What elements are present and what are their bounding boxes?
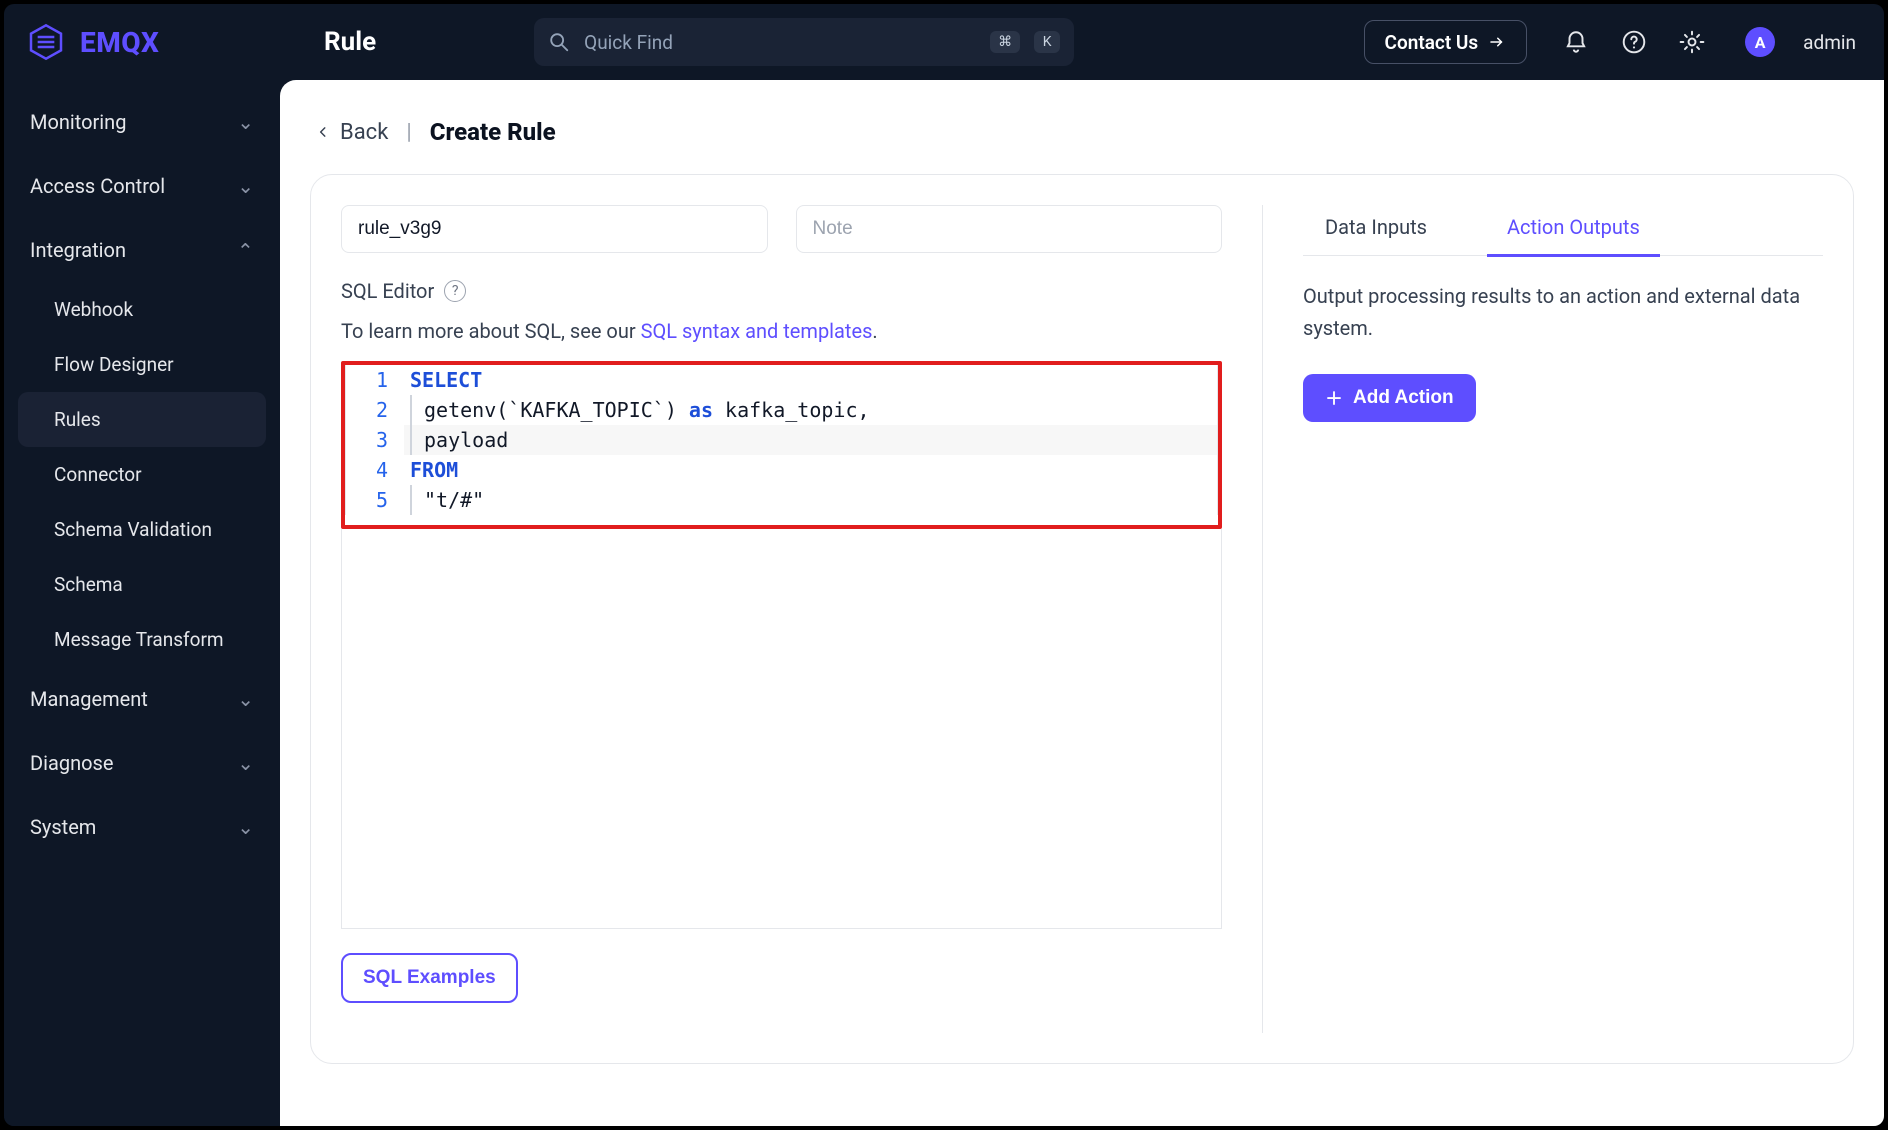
nav-group-system[interactable]: System ⌄ [18, 795, 266, 859]
sidebar-item-connector[interactable]: Connector [18, 447, 266, 502]
sidebar-item-label: Flow Designer [54, 353, 174, 376]
sidebar-item-schema[interactable]: Schema [18, 557, 266, 612]
line-number: 4 [346, 455, 404, 485]
global-search[interactable]: Quick Find ⌘ K [534, 18, 1074, 66]
nav-group-diagnose[interactable]: Diagnose ⌄ [18, 731, 266, 795]
nav-group-monitoring[interactable]: Monitoring ⌄ [18, 90, 266, 154]
breadcrumb: Back | Create Rule [316, 118, 1848, 146]
line-number: 2 [346, 395, 404, 425]
sql-editor-label: SQL Editor ? [341, 279, 1222, 303]
chevron-down-icon: ⌄ [237, 174, 254, 198]
chevron-down-icon: ⌄ [237, 687, 254, 711]
search-icon [548, 31, 570, 53]
sql-editor[interactable]: 1 SELECT 2 getenv(`KAFKA_TOPIC`) as kafk… [345, 365, 1218, 515]
search-placeholder: Quick Find [584, 31, 976, 54]
sidenav: Monitoring ⌄ Access Control ⌄ Integratio… [4, 80, 280, 1126]
nav-group-access-control[interactable]: Access Control ⌄ [18, 154, 266, 218]
rule-card: SQL Editor ? To learn more about SQL, se… [310, 174, 1854, 1064]
tab-data-inputs[interactable]: Data Inputs [1305, 205, 1447, 255]
logo-text: EMQX [80, 26, 159, 59]
tab-action-outputs[interactable]: Action Outputs [1487, 205, 1660, 255]
nav-group-label: Monitoring [30, 110, 126, 134]
back-label: Back [340, 120, 388, 145]
shortcut-key-k: K [1034, 31, 1060, 53]
brand[interactable]: EMQX [26, 22, 266, 62]
sidebar-item-label: Schema Validation [54, 518, 212, 541]
nav-group-integration[interactable]: Integration ⌄ [18, 218, 266, 282]
rule-id-input[interactable] [341, 205, 768, 253]
add-action-label: Add Action [1353, 387, 1454, 409]
nav-group-management[interactable]: Management ⌄ [18, 667, 266, 731]
chevron-down-icon: ⌄ [237, 110, 254, 134]
chevron-down-icon: ⌄ [237, 751, 254, 775]
nav-group-label: Access Control [30, 174, 165, 198]
page-section-title: Rule [324, 27, 376, 57]
output-tabs: Data Inputs Action Outputs [1303, 205, 1823, 256]
app-frame: EMQX Rule Quick Find ⌘ K Contact Us [4, 4, 1884, 1126]
chevron-up-icon: ⌄ [237, 238, 254, 262]
shortcut-key-cmd: ⌘ [990, 31, 1020, 53]
arrow-right-icon [1488, 33, 1506, 51]
contact-us-button[interactable]: Contact Us [1364, 20, 1528, 64]
content: Back | Create Rule SQL Editor ? [280, 80, 1884, 1126]
chevron-down-icon: ⌄ [237, 815, 254, 839]
code-keyword-from: FROM [410, 458, 458, 482]
breadcrumb-separator: | [406, 120, 411, 145]
code-keyword-select: SELECT [410, 368, 482, 392]
page-title: Create Rule [430, 118, 556, 146]
sidebar-item-label: Message Transform [54, 628, 224, 651]
note-input[interactable] [796, 205, 1223, 253]
line-number: 3 [346, 425, 404, 455]
sidebar-item-label: Webhook [54, 298, 133, 321]
sidebar-item-label: Schema [54, 573, 123, 596]
logo-icon [26, 22, 66, 62]
nav-group-label: Integration [30, 238, 126, 262]
help-icon[interactable] [1621, 29, 1647, 55]
sidebar-item-schema-validation[interactable]: Schema Validation [18, 502, 266, 557]
nav-group-label: Management [30, 687, 148, 711]
plus-icon [1325, 389, 1343, 407]
add-action-button[interactable]: Add Action [1303, 374, 1476, 422]
sql-editor-blank[interactable] [341, 529, 1222, 929]
sidebar-item-flow-designer[interactable]: Flow Designer [18, 337, 266, 392]
action-outputs-description: Output processing results to an action a… [1303, 280, 1823, 344]
help-tooltip-icon[interactable]: ? [444, 280, 466, 302]
back-button[interactable]: Back [316, 120, 388, 145]
user-label[interactable]: admin [1803, 31, 1856, 54]
contact-us-label: Contact Us [1385, 31, 1479, 54]
line-number: 5 [346, 485, 404, 515]
settings-icon[interactable] [1679, 29, 1705, 55]
sidebar-item-rules[interactable]: Rules [18, 392, 266, 447]
sidebar-item-message-transform[interactable]: Message Transform [18, 612, 266, 667]
nav-group-label: Diagnose [30, 751, 113, 775]
sql-syntax-link[interactable]: SQL syntax and templates [641, 319, 873, 343]
rule-editor-pane: SQL Editor ? To learn more about SQL, se… [341, 205, 1263, 1033]
nav-group-label: System [30, 815, 96, 839]
avatar[interactable]: A [1745, 27, 1775, 57]
sidebar-item-label: Rules [54, 408, 101, 431]
notifications-icon[interactable] [1563, 29, 1589, 55]
topbar: EMQX Rule Quick Find ⌘ K Contact Us [4, 4, 1884, 80]
sidebar-item-webhook[interactable]: Webhook [18, 282, 266, 337]
sidebar-item-label: Connector [54, 463, 142, 486]
sql-examples-button[interactable]: SQL Examples [341, 953, 518, 1003]
chevron-left-icon [316, 125, 330, 139]
rule-output-pane: Data Inputs Action Outputs Output proces… [1263, 205, 1823, 1033]
line-number: 1 [346, 365, 404, 395]
sql-hint: To learn more about SQL, see our SQL syn… [341, 319, 1222, 343]
sql-editor-highlight: 1 SELECT 2 getenv(`KAFKA_TOPIC`) as kafk… [341, 361, 1222, 529]
